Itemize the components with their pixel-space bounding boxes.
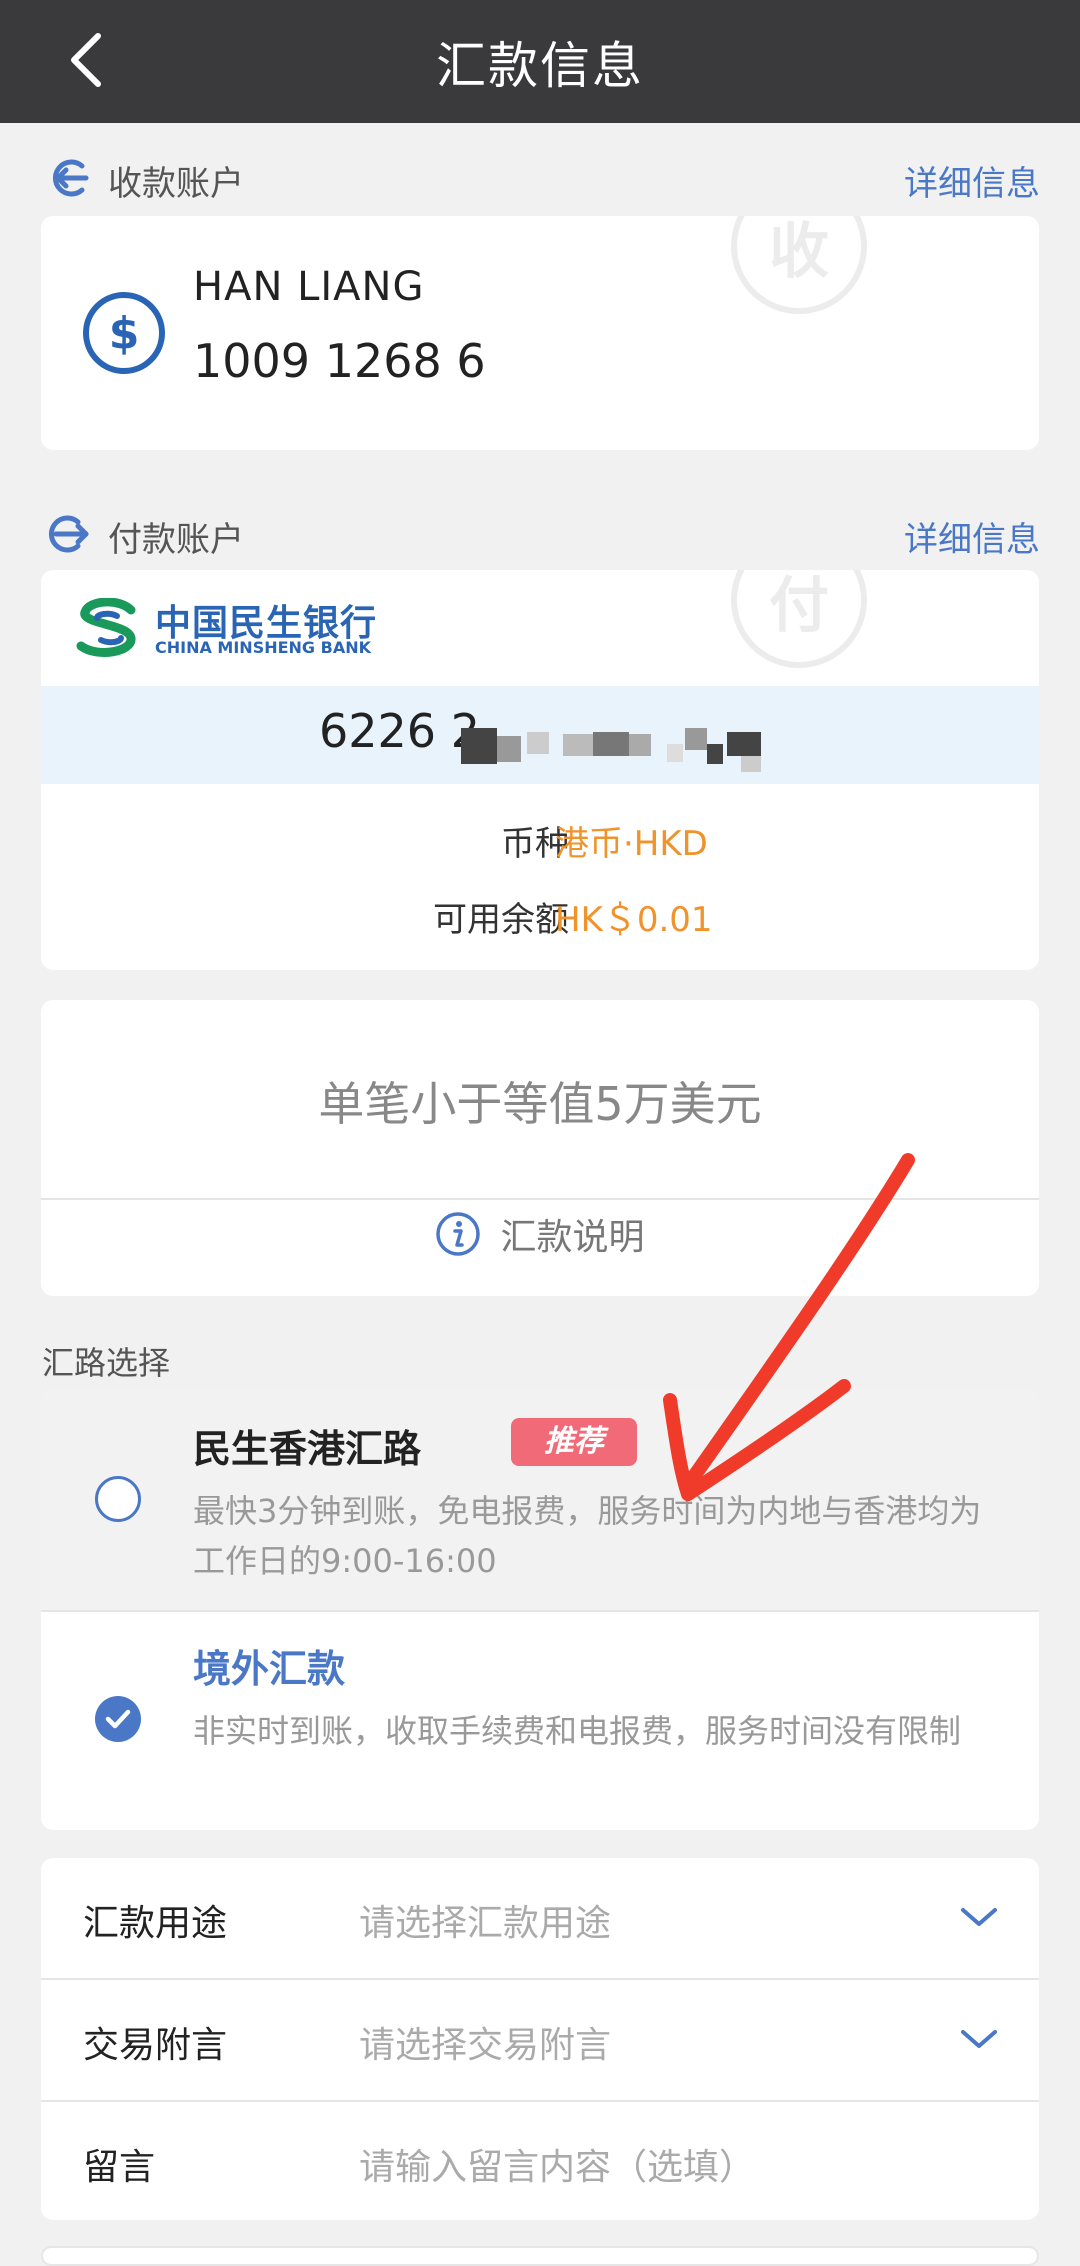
message-label: 留言: [83, 2147, 156, 2188]
purpose-placeholder: 请选择汇款用途: [359, 1903, 612, 1944]
checkmark-icon: [105, 1709, 131, 1729]
payer-account-bar: 6226 2: [41, 686, 1039, 784]
payee-name: HAN LIANG: [193, 264, 425, 310]
payee-watermark: 收: [731, 216, 867, 314]
page-title: 汇款信息: [436, 37, 644, 95]
balance-value: HK＄0.01: [555, 900, 713, 940]
transaction-note-select[interactable]: 交易附言 请选择交易附言: [41, 1980, 1039, 2100]
payee-section-header: 收款账户 详细信息: [42, 148, 1040, 208]
dollar-icon: $: [83, 292, 165, 374]
currency-value: 港币·HKD: [555, 824, 708, 864]
route-option-overseas[interactable]: 境外汇款 非实时到账，收取手续费和电报费，服务时间没有限制: [41, 1612, 1039, 1830]
route-options: 民生香港汇路 推荐 最快3分钟到账，免电报费，服务时间为内地与香港均为工作日的9…: [41, 1390, 1039, 1830]
message-placeholder: 请输入留言内容（选填）: [359, 2147, 756, 2188]
limit-card: 单笔小于等值5万美元 汇款说明: [41, 1000, 1039, 1296]
chevron-down-icon: [961, 1908, 997, 1926]
outgoing-arrow-icon: [48, 515, 89, 553]
purpose-label: 汇款用途: [83, 1903, 228, 1944]
remittance-form: 汇款用途 请选择汇款用途 交易附言 请选择交易附言 留言 请输入留言内容（选填）: [41, 1858, 1039, 2220]
incoming-arrow-icon: [52, 159, 89, 197]
payee-detail-link[interactable]: 详细信息: [904, 156, 1040, 205]
route-hk-desc: 最快3分钟到账，免电报费，服务时间为内地与香港均为工作日的9:00-16:00: [193, 1492, 982, 1580]
payer-detail-link[interactable]: 详细信息: [904, 512, 1040, 561]
balance-label: 可用余额: [433, 900, 569, 940]
note-placeholder: 请选择交易附言: [359, 2025, 612, 2066]
route-overseas-desc: 非实时到账，收取手续费和电报费，服务时间没有限制: [193, 1712, 962, 1750]
payer-section-header: 付款账户 详细信息: [42, 504, 1040, 564]
route-hk-radio[interactable]: [95, 1476, 141, 1522]
note-label: 交易附言: [83, 2025, 228, 2066]
payee-account-number: 1009 1268 6: [193, 334, 486, 388]
bank-logo: 中国民生银行 CHINA MINSHENG BANK: [71, 596, 441, 660]
limit-divider: [41, 1198, 1039, 1200]
payee-section-label: 收款账户: [108, 164, 244, 204]
route-option-hk[interactable]: 民生香港汇路 推荐 最快3分钟到账，免电报费，服务时间为内地与香港均为工作日的9…: [41, 1390, 1039, 1610]
info-icon: [436, 1212, 481, 1256]
route-overseas-name: 境外汇款: [193, 1647, 346, 1691]
payer-card: 付 中国民生银行 CHINA MINSHENG BANK 6226 2 币种 港…: [41, 570, 1039, 970]
remittance-explain-link[interactable]: 汇款说明: [41, 1208, 1039, 1294]
purpose-select[interactable]: 汇款用途 请选择汇款用途: [41, 1858, 1039, 1978]
payee-card: 收 $ HAN LIANG 1009 1268 6: [41, 216, 1039, 450]
route-overseas-radio[interactable]: [95, 1696, 141, 1742]
next-card-edge: [41, 2246, 1039, 2266]
app-header: 汇款信息: [0, 0, 1080, 123]
bank-name-en: CHINA MINSHENG BANK: [155, 638, 371, 657]
limit-text: 单笔小于等值5万美元: [318, 1077, 762, 1131]
route-section-title: 汇路选择: [42, 1344, 171, 1382]
currency-label: 币种: [501, 824, 569, 864]
payer-section-label: 付款账户: [108, 520, 244, 560]
svg-text:$: $: [109, 308, 140, 359]
message-input[interactable]: 留言 请输入留言内容（选填）: [41, 2102, 1039, 2220]
route-hk-name: 民生香港汇路: [193, 1427, 422, 1471]
payer-account-number: 6226 2: [319, 704, 480, 758]
recommend-badge: 推荐: [511, 1418, 637, 1466]
minsheng-logo-icon: [76, 598, 136, 657]
remittance-explain-label: 汇款说明: [500, 1217, 645, 1258]
chevron-down-icon: [961, 2030, 997, 2048]
payer-watermark: 付: [731, 570, 867, 668]
